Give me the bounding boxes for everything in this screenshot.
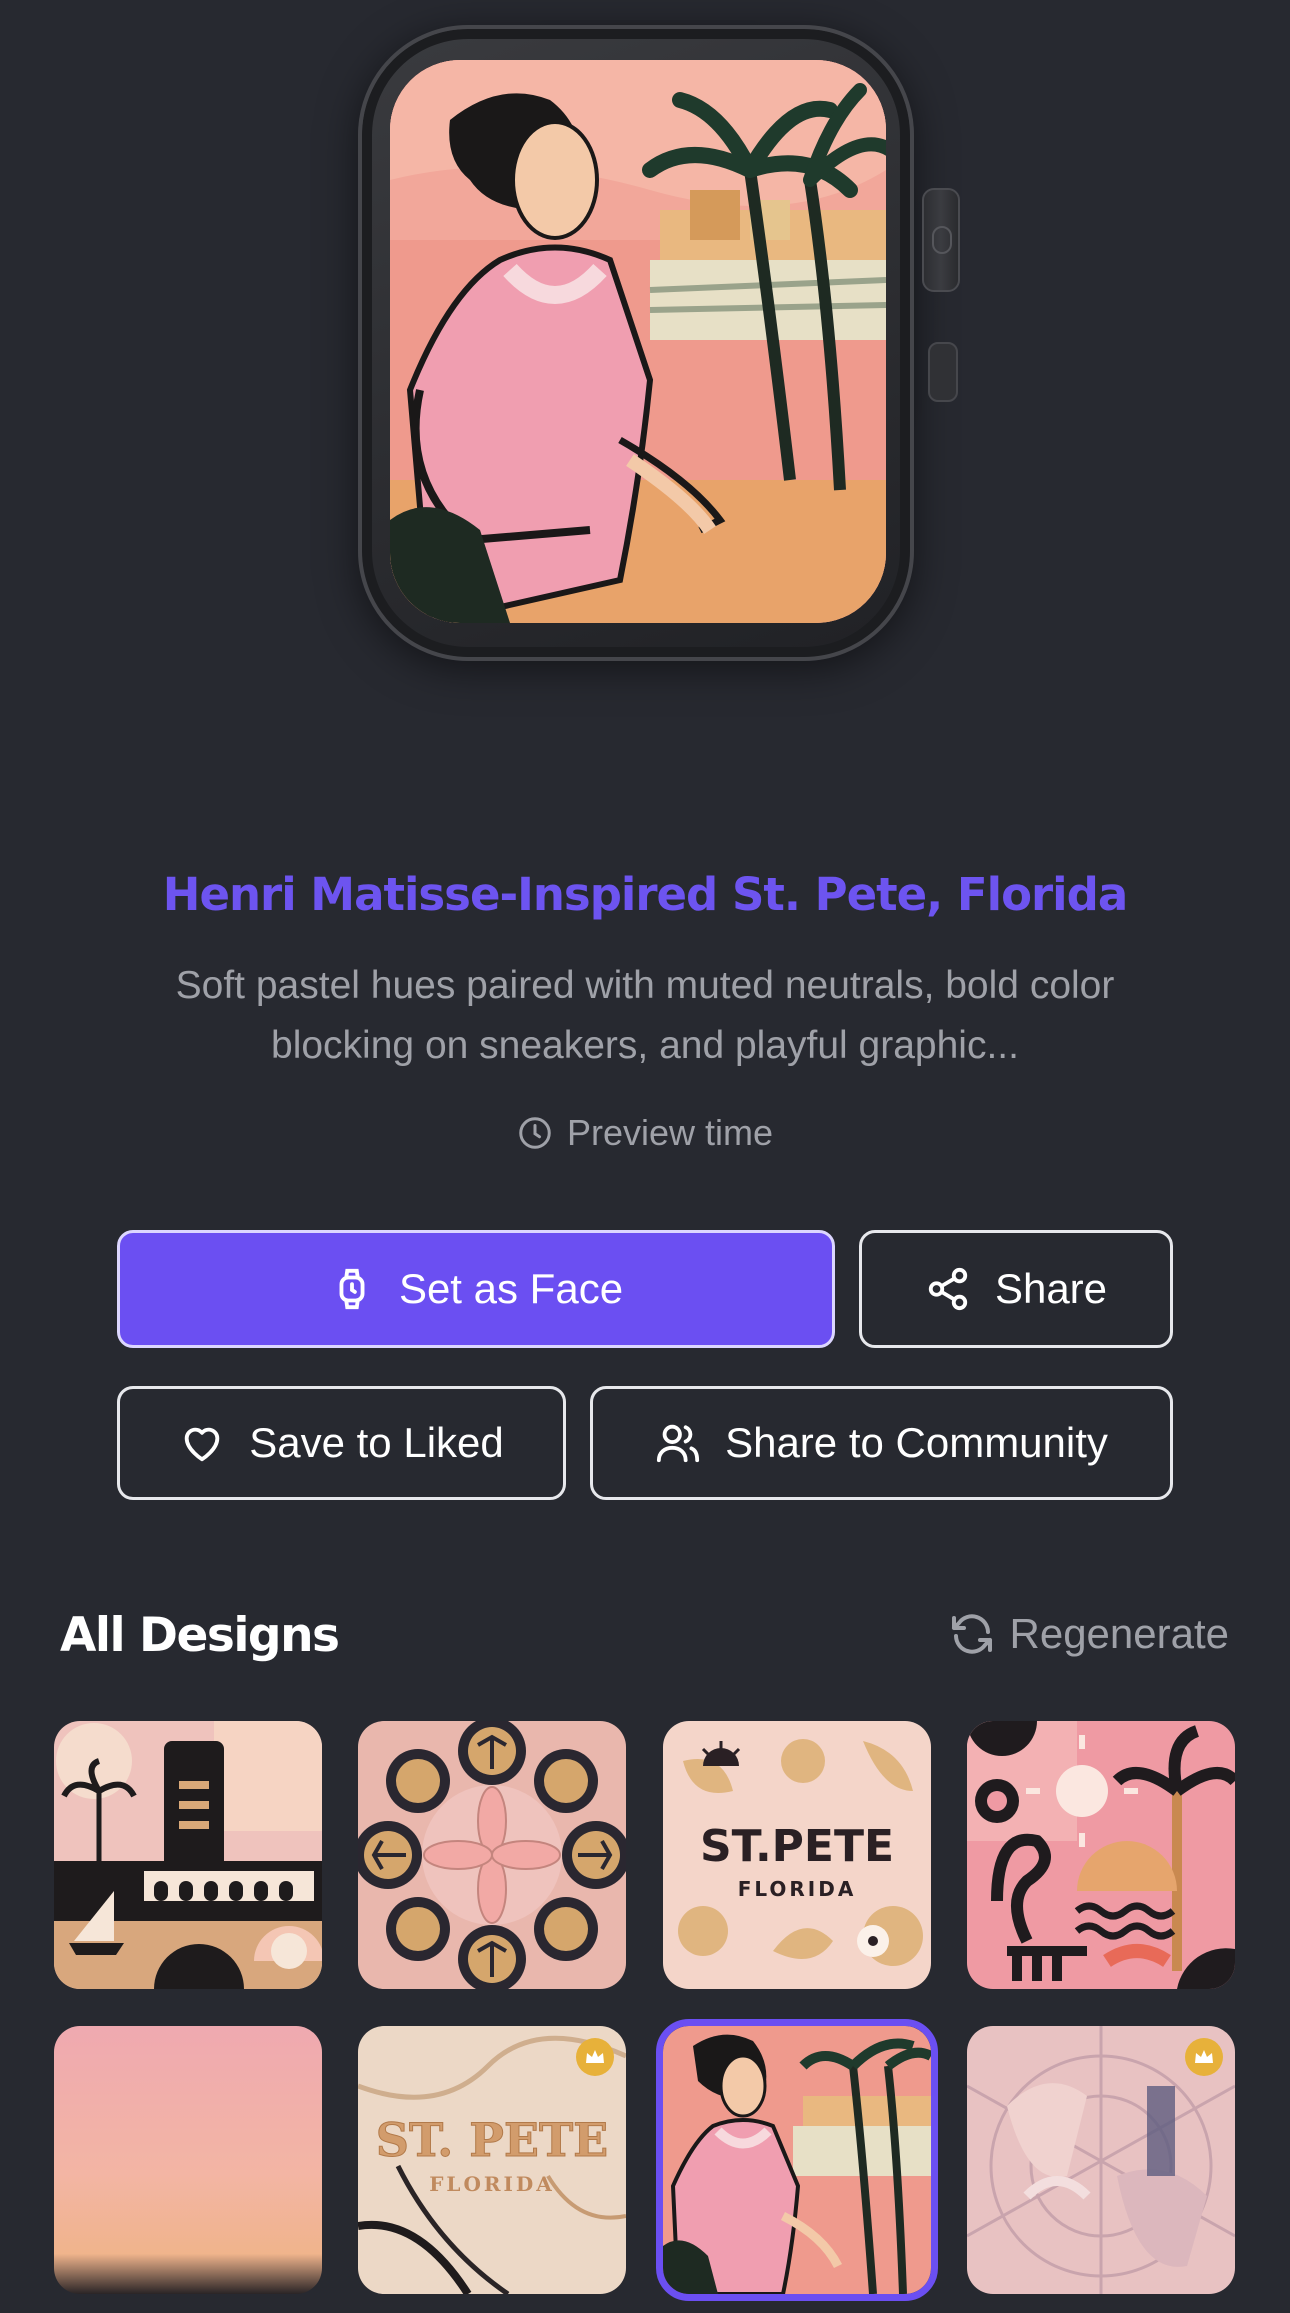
premium-crown-icon <box>1185 2038 1223 2076</box>
design-title: Henri Matisse-Inspired St. Pete, Florida <box>162 868 1128 921</box>
share-icon <box>928 1267 968 1311</box>
tile-text-top: ST.PETE <box>700 1821 894 1872</box>
refresh-icon <box>951 1614 992 1654</box>
watch-preview <box>318 20 978 661</box>
share-label: Share <box>994 1265 1108 1312</box>
watch-face-image <box>390 60 886 623</box>
design-tile-sunset-gradient[interactable] <box>54 2026 322 2294</box>
save-to-liked-label: Save to Liked <box>249 1419 504 1466</box>
design-tile-matisse-woman[interactable] <box>656 2019 938 2301</box>
tile-text-bottom: FLORIDA <box>429 2172 555 2196</box>
section-title: All Designs <box>60 1608 340 1663</box>
tile-text-top: ST. PETE <box>376 2113 609 2167</box>
premium-crown-icon <box>576 2038 614 2076</box>
share-to-community-label: Share to Community <box>725 1419 1108 1466</box>
save-to-liked-button[interactable]: Save to Liked <box>117 1386 566 1500</box>
preview-time-label: Preview time <box>566 1112 774 1153</box>
design-tile-geometric-skyline[interactable] <box>54 1721 322 1989</box>
regenerate-button[interactable]: Regenerate <box>948 1610 1230 1658</box>
preview-time[interactable]: Preview time <box>0 1112 1290 1154</box>
design-tile-flamingo-collage[interactable] <box>967 1721 1235 1989</box>
heart-icon <box>184 1427 220 1462</box>
design-tile-kaleidoscope[interactable] <box>358 1721 626 1989</box>
design-tile-marble-st-pete[interactable]: ST. PETE FLORIDA <box>358 2026 626 2294</box>
design-tile-st-pete-typography[interactable]: ST.PETE FLORIDA <box>663 1721 931 1989</box>
share-button[interactable]: Share <box>859 1230 1173 1348</box>
regenerate-label: Regenerate <box>1009 1610 1230 1657</box>
watch-icon <box>339 1268 365 1310</box>
watch-side-button <box>928 342 958 402</box>
set-as-face-button[interactable]: Set as Face <box>117 1230 835 1348</box>
set-as-face-label: Set as Face <box>398 1265 624 1312</box>
clock-icon <box>519 1117 551 1149</box>
tile-text-bottom: FLORIDA <box>738 1877 857 1901</box>
digital-crown <box>922 188 960 292</box>
design-tile-stained-glass[interactable] <box>967 2026 1235 2294</box>
share-to-community-button[interactable]: Share to Community <box>590 1386 1173 1500</box>
users-icon <box>656 1424 700 1463</box>
design-description: Soft pastel hues paired with muted neutr… <box>175 964 1115 1067</box>
